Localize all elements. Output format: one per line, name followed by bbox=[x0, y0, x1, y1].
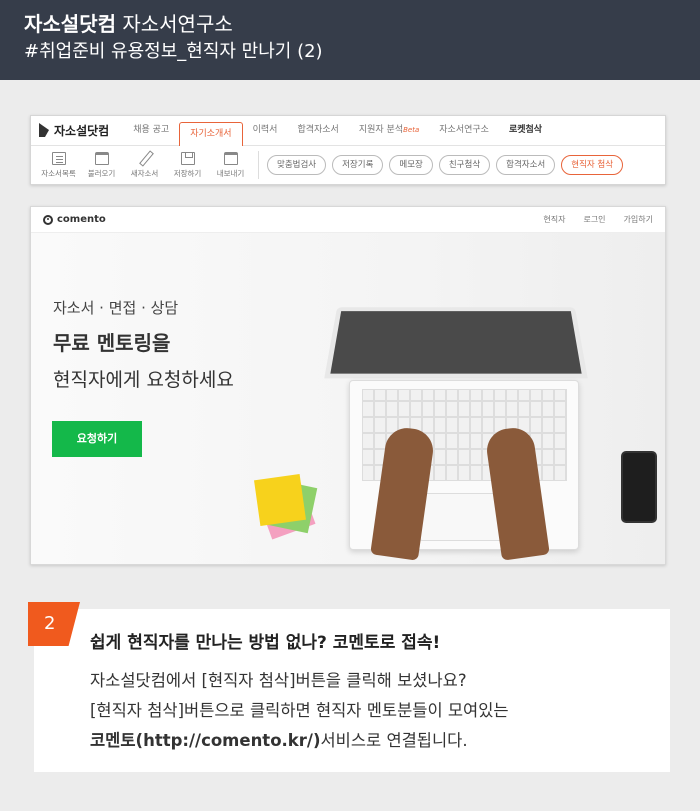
tool-label: 새자소서 bbox=[130, 169, 159, 178]
caption-line-1: 자소설닷컴에서 [현직자 첨삭]버튼을 클릭해 보셨나요? bbox=[90, 671, 467, 690]
header-line2: #취업준비 유용정보_현직자 만나기 (2) bbox=[24, 41, 323, 62]
tool-new-button[interactable]: 새자소서 bbox=[123, 151, 166, 179]
comento-screenshot: comento 현직자 로그인 가입하기 자소서 · 면접 · 상담 무료 멘토… bbox=[30, 206, 666, 565]
comento-logo-text: comento bbox=[57, 214, 106, 225]
jasoseol-nav: 자소설닷컴 채용 공고 자기소개서 이력서 합격자소서 지원자 분석Beta 자… bbox=[31, 116, 665, 146]
nav-tab-applicant-analysis-label: 지원자 분석 bbox=[358, 125, 404, 135]
tool-label: 자소서목록 bbox=[41, 168, 76, 178]
export-folder-icon bbox=[223, 151, 238, 165]
nav-tab-jobs[interactable]: 채용 공고 bbox=[123, 115, 179, 145]
tool-export-button[interactable]: 내보내기 bbox=[209, 151, 252, 179]
header-brand: 자소설닷컴 bbox=[24, 12, 116, 36]
nav-tab-passed-letters[interactable]: 합격자소서 bbox=[287, 115, 348, 145]
caption-line-3-rest: 서비스로 연결됩니다. bbox=[320, 731, 468, 750]
jasoseol-toolbar: 자소서목록 불러오기 새자소서 저장하기 내보내기 맞춤법검사 저장기록 메모장… bbox=[31, 146, 665, 184]
nav-tab-applicant-analysis[interactable]: 지원자 분석Beta bbox=[349, 115, 429, 145]
pencil-icon bbox=[138, 151, 152, 165]
tool-list-button[interactable]: 자소서목록 bbox=[37, 151, 80, 179]
laptop-illustration bbox=[321, 288, 641, 564]
laptop-screen bbox=[324, 307, 588, 379]
hero-small-text: 자소서 · 면접 · 상담 bbox=[53, 299, 179, 317]
memo-button[interactable]: 메모장 bbox=[389, 155, 433, 175]
save-icon bbox=[180, 151, 195, 165]
beta-badge: Beta bbox=[403, 126, 420, 134]
comento-hero: 자소서 · 면접 · 상담 무료 멘토링을 현직자에게 요청하세요 요청하기 bbox=[31, 233, 665, 564]
phone-illustration bbox=[621, 451, 657, 523]
nav-link-login[interactable]: 로그인 bbox=[583, 214, 605, 225]
comento-logo[interactable]: comento bbox=[43, 214, 106, 225]
jasoseol-logo-icon bbox=[39, 123, 49, 137]
nav-link-mentors[interactable]: 현직자 bbox=[543, 214, 565, 225]
request-mentoring-button[interactable]: 요청하기 bbox=[52, 421, 142, 457]
toolbar-divider bbox=[258, 151, 259, 179]
comento-logo-icon bbox=[43, 214, 53, 225]
tool-label: 내보내기 bbox=[216, 168, 245, 178]
header-title: 자소설닷컴 자소서연구소 bbox=[24, 10, 700, 38]
tool-label: 불러오기 bbox=[87, 168, 116, 178]
friend-review-button[interactable]: 친구첨삭 bbox=[438, 155, 491, 175]
header-subtitle: 자소서연구소 bbox=[122, 12, 233, 36]
save-history-button[interactable]: 저장기록 bbox=[332, 155, 384, 175]
nav-link-signup[interactable]: 가입하기 bbox=[624, 214, 653, 225]
jasoseol-screenshot: 자소설닷컴 채용 공고 자기소개서 이력서 합격자소서 지원자 분석Beta 자… bbox=[30, 115, 666, 185]
hero-headline: 무료 멘토링을 bbox=[53, 331, 171, 355]
sticky-note bbox=[254, 474, 306, 526]
comento-url-text: 코멘토(http://comento.kr/) bbox=[90, 731, 321, 750]
spell-check-button[interactable]: 맞춤법검사 bbox=[267, 155, 327, 175]
nav-tab-rocket-review[interactable]: 로켓첨삭 bbox=[499, 115, 552, 145]
tool-label: 저장하기 bbox=[173, 168, 202, 178]
folder-icon bbox=[94, 151, 109, 165]
nav-tab-resume[interactable]: 이력서 bbox=[243, 115, 288, 145]
nav-tab-cover-letter[interactable]: 자기소개서 bbox=[179, 122, 243, 146]
comento-nav: comento 현직자 로그인 가입하기 bbox=[31, 207, 665, 233]
tool-save-button[interactable]: 저장하기 bbox=[166, 151, 209, 179]
caption-body: 자소설닷컴에서 [현직자 첨삭]버튼을 클릭해 보셨나요? [현직자 첨삭]버튼… bbox=[90, 666, 509, 756]
mentor-review-button[interactable]: 현직자 첨삭 bbox=[561, 155, 624, 175]
sticky-notes-illustration bbox=[253, 473, 318, 540]
jasoseol-logo-text: 자소설닷컴 bbox=[54, 123, 110, 138]
document-list-icon bbox=[51, 151, 66, 165]
header-banner: 자소설닷컴 자소서연구소 #취업준비 유용정보_현직자 만나기 (2) bbox=[0, 0, 700, 80]
passed-letters-button[interactable]: 합격자소서 bbox=[496, 155, 556, 175]
nav-tab-research-lab[interactable]: 자소서연구소 bbox=[429, 115, 499, 145]
jasoseol-logo[interactable]: 자소설닷컴 bbox=[39, 115, 109, 145]
caption-title: 쉽게 현직자를 만나는 방법 없나? 코멘토로 접속! bbox=[90, 633, 441, 653]
caption-line-2: [현직자 첨삭]버튼으로 클릭하면 현직자 멘토분들이 모여있는 bbox=[90, 701, 509, 720]
comento-nav-links: 현직자 로그인 가입하기 bbox=[525, 214, 653, 225]
tool-open-button[interactable]: 불러오기 bbox=[80, 151, 123, 179]
caption-line-3: 코멘토(http://comento.kr/)서비스로 연결됩니다. bbox=[90, 726, 509, 756]
hero-subheadline: 현직자에게 요청하세요 bbox=[53, 369, 234, 391]
